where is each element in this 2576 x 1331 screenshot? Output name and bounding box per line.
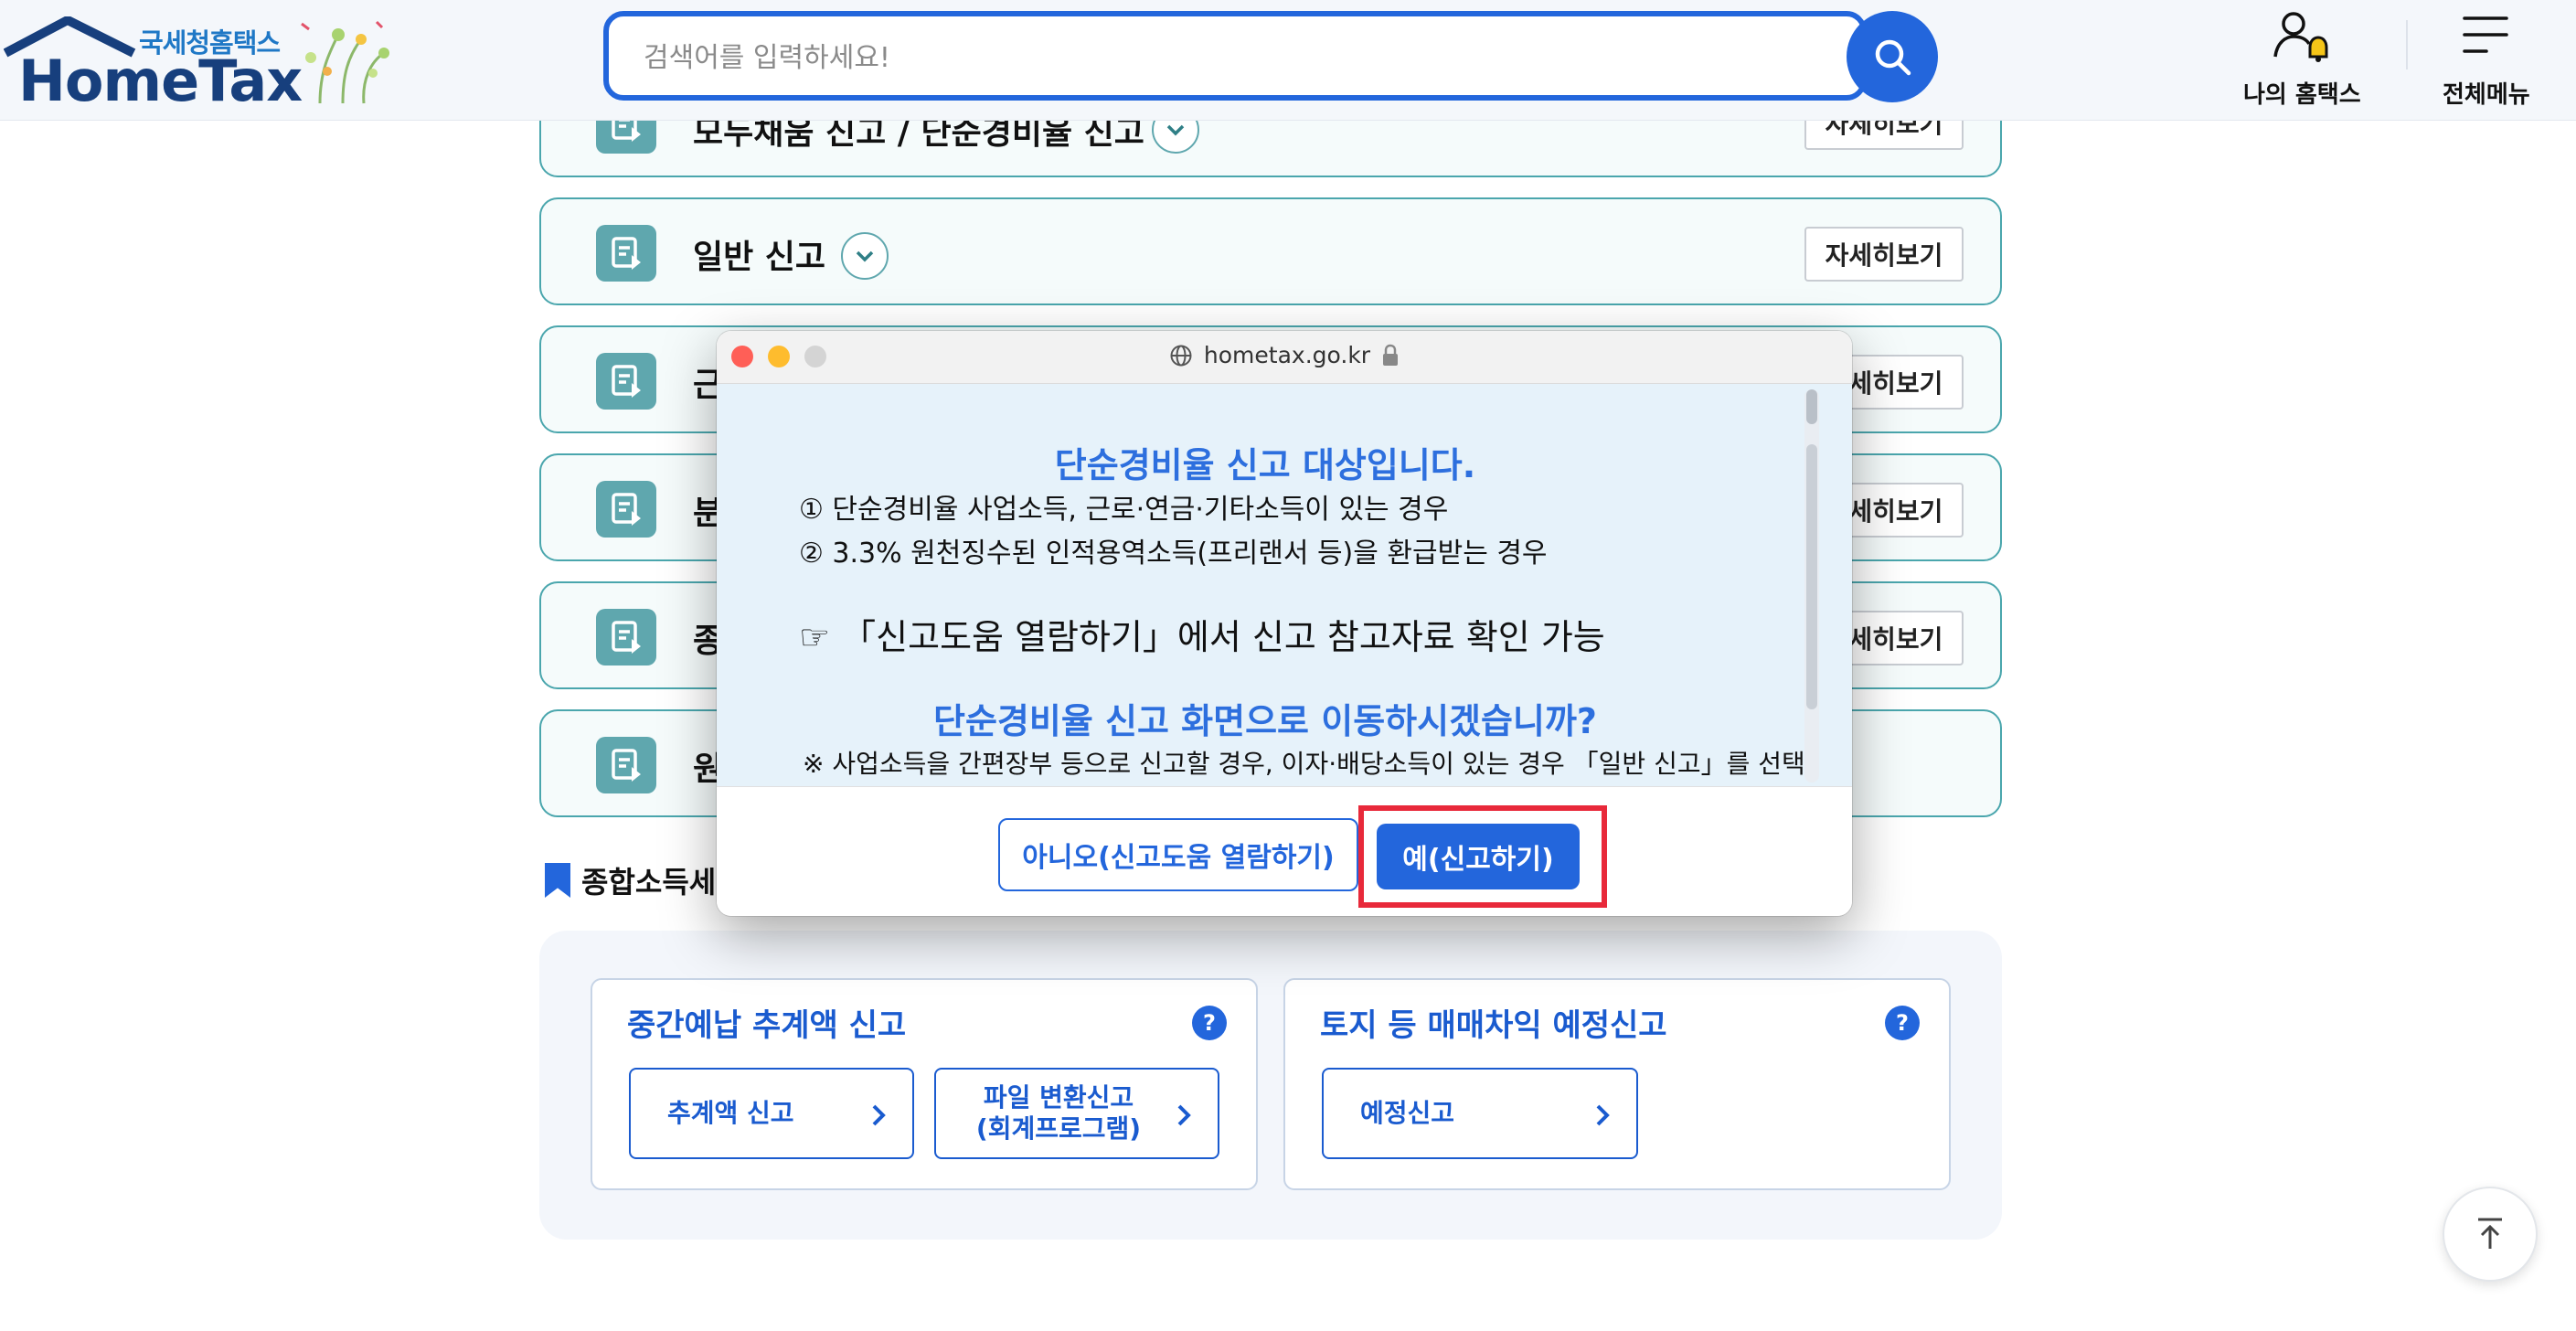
logo-title: HomeTax	[18, 48, 303, 114]
search-button[interactable]	[1847, 11, 1938, 102]
header-divider	[2406, 20, 2408, 69]
row-title: 일반 신고	[693, 239, 826, 276]
globe-icon	[1170, 345, 1192, 366]
popup-condition-2: ② 3.3% 원천징수된 인적용역소득(프리랜서 등)을 환급받는 경우	[799, 538, 1548, 570]
lock-icon	[1383, 344, 1399, 366]
card-title: 중간예납 추계액 신고	[627, 1007, 907, 1044]
popup-condition-1: ① 단순경비율 사업소득, 근로·연금·기타소득이 있는 경우	[799, 494, 1449, 526]
my-hometax-label: 나의 홈택스	[2243, 81, 2361, 109]
document-icon	[596, 353, 656, 410]
popup-url: hometax.go.kr	[717, 342, 1852, 368]
list-item[interactable]: 일반 신고 자세히보기	[539, 197, 2002, 305]
no-view-help-button[interactable]: 아니오(신고도움 열람하기)	[998, 818, 1358, 891]
chevron-right-icon	[872, 1104, 886, 1126]
interim-prepayment-card: 중간예납 추계액 신고 ? 추계액 신고 파일 변환신고 (회계프로그램)	[591, 978, 1258, 1190]
document-icon	[596, 225, 656, 282]
estimate-filing-button[interactable]: 추계액 신고	[629, 1068, 914, 1159]
highlight-box: 예(신고하기)	[1358, 805, 1607, 908]
file-conversion-filing-button[interactable]: 파일 변환신고 (회계프로그램)	[934, 1068, 1219, 1159]
yes-file-button[interactable]: 예(신고하기)	[1377, 824, 1580, 889]
chevron-right-icon	[1177, 1104, 1191, 1126]
search-input[interactable]	[644, 35, 1740, 80]
user-bell-icon	[2273, 12, 2328, 62]
popup-content: 단순경비율 신고 대상입니다. ① 단순경비율 사업소득, 근로·연금·기타소득…	[717, 384, 1852, 786]
all-menu-button[interactable]: 전체메뉴	[2443, 9, 2530, 110]
chevron-right-icon	[1596, 1104, 1610, 1126]
flower-decoration-icon	[301, 20, 389, 104]
popup-note: ※ 사업소득을 간편장부 등으로 신고할 경우, 이자·배당소득이 있는 경우 …	[803, 749, 1805, 779]
my-hometax-button[interactable]: 나의 홈택스	[2243, 9, 2361, 110]
scrollbar-track-highlight	[1806, 444, 1817, 709]
search-box[interactable]	[603, 11, 1867, 101]
popup-question: 단순경비율 신고 화면으로 이동하시겠습니까?	[933, 701, 1597, 741]
button-label: 파일 변환신고 (회계프로그램)	[975, 1082, 1142, 1144]
popup-titlebar: hometax.go.kr	[717, 331, 1852, 384]
document-icon	[596, 481, 656, 538]
document-icon	[596, 609, 656, 666]
popup-footer: 아니오(신고도움 열람하기) 예(신고하기)	[717, 786, 1852, 916]
hamburger-icon	[2463, 16, 2508, 53]
help-icon[interactable]: ?	[1885, 1006, 1920, 1040]
button-label: 추계액 신고	[667, 1098, 794, 1128]
scrollbar-thumb[interactable]	[1806, 389, 1817, 424]
arrow-up-icon	[2478, 1218, 2502, 1249]
header: 국세청홈택스 HomeTax 나의 홈택스 전체메뉴	[0, 0, 2576, 121]
search-icon	[1875, 39, 1911, 76]
details-button[interactable]: 자세히보기	[1804, 227, 1964, 282]
button-label: 예정신고	[1360, 1098, 1455, 1128]
bookmark-icon	[545, 863, 570, 898]
extra-filing-panel: 중간예납 추계액 신고 ? 추계액 신고 파일 변환신고 (회계프로그램) 토지…	[539, 931, 2002, 1240]
card-title: 토지 등 매매차익 예정신고	[1320, 1007, 1667, 1044]
all-menu-label: 전체메뉴	[2443, 81, 2530, 109]
land-trading-card: 토지 등 매매차익 예정신고 ? 예정신고	[1283, 978, 1951, 1190]
chevron-down-icon[interactable]	[841, 232, 889, 280]
popup-heading: 단순경비율 신고 대상입니다.	[1054, 445, 1476, 485]
preliminary-filing-button[interactable]: 예정신고	[1322, 1068, 1638, 1159]
help-icon[interactable]: ?	[1192, 1006, 1227, 1040]
popup-scrollbar[interactable]	[1804, 389, 1819, 783]
document-icon	[596, 737, 656, 793]
hometax-logo[interactable]: 국세청홈택스 HomeTax	[4, 16, 397, 114]
url-text: hometax.go.kr	[1203, 342, 1371, 368]
section-title: 종합소득세	[581, 865, 717, 900]
confirm-popup: hometax.go.kr 단순경비율 신고 대상입니다. ① 단순경비율 사업…	[717, 331, 1852, 916]
section-heading: 종합소득세	[545, 859, 716, 901]
popup-hint: ☞ 「신고도움 열람하기」에서 신고 참고자료 확인 가능	[799, 617, 1605, 657]
scroll-top-button[interactable]	[2443, 1187, 2538, 1282]
